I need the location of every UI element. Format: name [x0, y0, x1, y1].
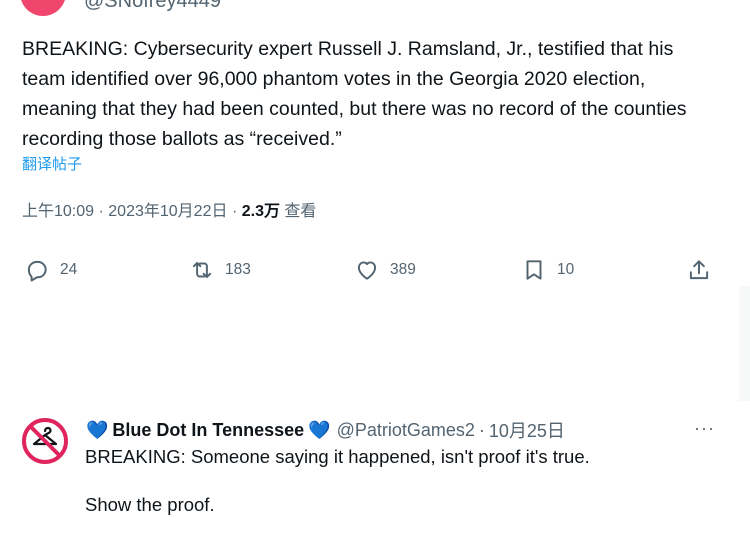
retweet-button[interactable]: 183 [189, 254, 251, 286]
author-handle[interactable]: @SNofrey4449 [84, 0, 221, 13]
bookmark-button[interactable]: 10 [521, 254, 574, 286]
like-icon [357, 261, 377, 280]
meta-separator: · [231, 203, 238, 220]
tweet-actions-bar: 24 183 389 10 [0, 254, 740, 286]
reply-text-line: BREAKING: Someone saying it happened, is… [85, 446, 590, 467]
tweet-time[interactable]: 上午10:09 [22, 203, 94, 220]
blue-heart-emoji: 💙 [308, 419, 331, 440]
reply-icon [27, 260, 47, 282]
no-hanger-icon [22, 418, 68, 464]
reply-handle[interactable]: @PatriotGames2 [337, 420, 475, 441]
more-options-icon[interactable]: ··· [694, 418, 715, 439]
reply-avatar[interactable] [20, 416, 70, 466]
reply-text-line: Show the proof. [85, 494, 215, 515]
retweet-icon [192, 261, 212, 279]
blue-heart-emoji: 💙 [86, 419, 109, 440]
author-avatar[interactable] [20, 0, 66, 16]
reply-count: 24 [60, 261, 78, 278]
reply-button[interactable]: 24 [24, 254, 77, 286]
views-count: 2.3万 [241, 203, 280, 220]
reply-date[interactable]: 10月25日 [489, 417, 565, 443]
reply-header: 💙 Blue Dot In Tennessee 💙 @PatriotGames2… [86, 417, 565, 443]
reply-separator: · [478, 419, 485, 440]
bookmark-count: 10 [557, 261, 575, 278]
section-gap [0, 286, 750, 401]
bookmark-icon [526, 260, 542, 280]
scroll-edge [739, 286, 750, 401]
translate-post-link[interactable]: 翻译帖子 [22, 153, 82, 174]
like-count: 389 [390, 261, 416, 278]
tweet-date[interactable]: 2023年10月22日 [108, 203, 227, 220]
retweet-count: 183 [225, 261, 251, 278]
share-icon [689, 260, 709, 280]
meta-separator: · [98, 203, 104, 220]
views-label: 查看 [284, 203, 317, 220]
tweet-meta: 上午10:09 · 2023年10月22日 · 2.3万 查看 [22, 197, 316, 221]
tweet-text: BREAKING: Cybersecurity expert Russell J… [22, 38, 687, 150]
share-button[interactable] [686, 254, 712, 286]
like-button[interactable]: 389 [354, 254, 416, 286]
reply-display-name[interactable]: Blue Dot In Tennessee [112, 420, 304, 441]
